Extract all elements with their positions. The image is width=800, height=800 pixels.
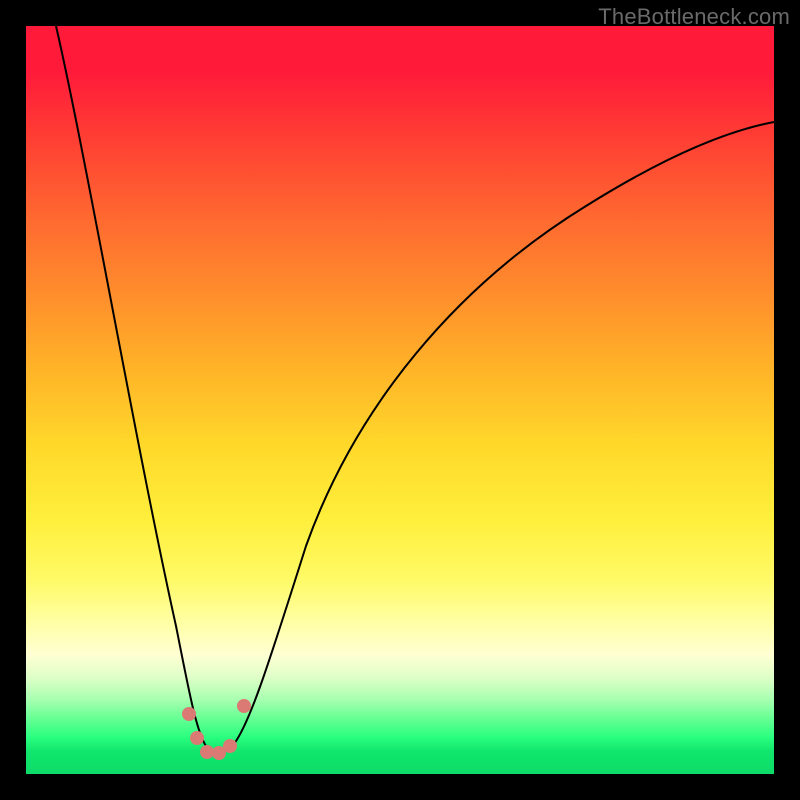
valley-dot-1 bbox=[182, 707, 196, 721]
valley-dot-2 bbox=[190, 731, 204, 745]
valley-dot-6 bbox=[237, 699, 251, 713]
plot-area bbox=[26, 26, 774, 774]
valley-dot-3 bbox=[200, 745, 214, 759]
valley-dot-5 bbox=[223, 739, 237, 753]
watermark-text: TheBottleneck.com bbox=[598, 4, 790, 30]
bottleneck-curve bbox=[56, 26, 774, 753]
bottleneck-curve-svg bbox=[26, 26, 774, 774]
